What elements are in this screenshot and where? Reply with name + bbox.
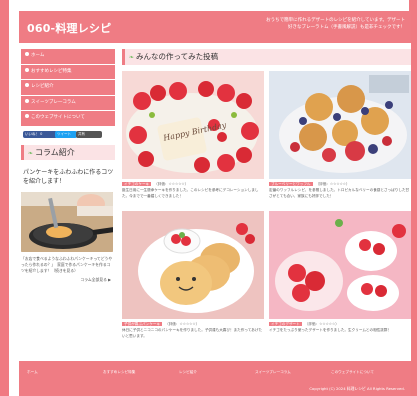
post-rating: （評価：☆☆☆☆☆） (154, 182, 189, 186)
post-tag[interactable]: ブルーベリーとワッフル (269, 182, 313, 186)
main-content: ❧ みんなの作ってみた投稿 Happy Birthday イチゴのケーキ （評価… (122, 49, 411, 338)
berry-waffle-photo[interactable] (269, 71, 411, 179)
post-card[interactable]: ブルーベリーとワッフル （評価：☆☆☆☆☆） 定番のワッフルレシピ、を参照しました… (269, 71, 411, 199)
footer-link-home[interactable]: ホーム (27, 370, 38, 375)
column-caption: 「お店で食べるようなふわふわパンケーキってどうやったら作れるの？」 家庭で作るパ… (21, 255, 113, 273)
bullet-icon (25, 67, 29, 72)
sidebar-item-column[interactable]: スイーツブレ一コラム (21, 95, 115, 110)
footer-link-about[interactable]: このウェブサイトについて (331, 370, 374, 375)
column-title[interactable]: パンケーキをふわふわに作るコツを紹介します！ (23, 168, 115, 186)
page: 060-料理レシピ おうちで簡単に作れるデザートのレシピを紹介しています。デザー… (19, 11, 411, 396)
footer-link-column[interactable]: スイーツブレ一コラム (255, 370, 291, 375)
sidebar-item-label: このウェブサイトについて (31, 115, 85, 120)
main-heading: ❧ みんなの作ってみた投稿 (122, 49, 411, 65)
post-description: イチゴをたっぷり使ったデザートを作りました。生クリームとの相性抜群！ (269, 328, 392, 332)
site-description: おうちで簡単に作れるデザートのレシピを紹介しています。デザート好きなブレ一ラトム… (266, 18, 405, 30)
footer-link-recipes[interactable]: レシピ紹介 (179, 370, 197, 375)
post-card[interactable]: Happy Birthday イチゴのケーキ （評価：☆☆☆☆☆） 誕生日用に一生… (122, 71, 264, 199)
site-header: 060-料理レシピ おうちで簡単に作れるデザートのレシピを紹介しています。デザー… (19, 11, 411, 43)
post-tag[interactable]: 子供が喜ぶパンケーキ (122, 322, 163, 326)
post-rating: （評価：☆☆☆☆☆） (165, 322, 200, 326)
sidebar-item-label: ホーム (31, 53, 45, 58)
post-meta: ブルーベリーとワッフル （評価：☆☆☆☆☆） (269, 180, 411, 188)
sidebar-item-label: レシピ紹介 (31, 84, 54, 89)
copyright: Copyright (C) 2024 料理レシピ All Rights Rese… (309, 386, 405, 391)
bullet-icon (25, 114, 29, 118)
twitter-tweet-button[interactable]: ツイート (55, 130, 77, 138)
post-meta: 子供が喜ぶパンケーキ （評価：☆☆☆☆☆） (122, 320, 264, 328)
pancake-cooking-photo[interactable] (21, 191, 113, 252)
footer-nav: ホーム おすすめレシピ特集 レシピ紹介 スイーツブレ一コラム このウェブサイトに… (19, 370, 411, 378)
social-buttons: いいね！ 0 ツイート 共有 (21, 129, 115, 141)
site-footer: ホーム おすすめレシピ特集 レシピ紹介 スイーツブレ一コラム このウェブサイトに… (19, 361, 411, 396)
leaf-icon: ❧ (28, 149, 34, 157)
column-more-link[interactable]: コラム全部見る ▶ (21, 277, 115, 283)
post-description: 休日に子供とニコニコのパンケーキを作りました。子供達も大喜び！また作ってあげたい… (122, 328, 263, 338)
post-card[interactable]: 子供が喜ぶパンケーキ （評価：☆☆☆☆☆） 休日に子供とニコニコのパンケーキを作り… (122, 211, 264, 339)
post-tag[interactable]: イチゴのデザート (269, 322, 302, 326)
sidebar-item-about[interactable]: このウェブサイトについて (21, 111, 115, 126)
footer-link-featured[interactable]: おすすめレシピ特集 (103, 370, 135, 375)
post-tag[interactable]: イチゴのケーキ (122, 182, 152, 186)
share-button[interactable]: 共有 (76, 130, 102, 138)
post-rating: （評価：☆☆☆☆☆） (315, 182, 350, 186)
strawberry-dessert-photo[interactable] (269, 211, 411, 319)
bullet-icon (25, 98, 29, 103)
post-meta: イチゴのデザート （評価：☆☆☆☆☆） (269, 320, 411, 328)
sidebar-item-label: おすすめレシピ特集 (31, 68, 72, 74)
facebook-like-button[interactable]: いいね！ 0 (23, 130, 57, 138)
sidebar-item-recipes[interactable]: レシピ紹介 (21, 80, 115, 95)
bullet-icon (25, 52, 29, 56)
strawberry-cake-photo[interactable]: Happy Birthday (122, 71, 264, 179)
sidebar-item-label: スイーツブレ一コラム (31, 99, 76, 105)
left-decor-stripe (0, 0, 9, 396)
site-title[interactable]: 060-料理レシピ (27, 20, 111, 36)
post-card[interactable]: イチゴのデザート （評価：☆☆☆☆☆） イチゴをたっぷり使ったデザートを作りました… (269, 211, 411, 339)
bullet-icon (25, 83, 29, 87)
leaf-icon: ❧ (129, 54, 135, 61)
post-description: 誕生日用に一生懸命ケーキを作りました。このレシピを参考にデコレーションしました。… (122, 188, 259, 198)
sidebar-item-home[interactable]: ホーム (21, 49, 115, 64)
post-rating: （評価：☆☆☆☆☆） (304, 322, 339, 326)
sidebar: ホーム おすすめレシピ特集 レシピ紹介 スイーツブレ一コラム このウェブサイトに… (21, 49, 115, 283)
main-heading-text: みんなの作ってみた投稿 (136, 52, 219, 61)
column-heading: ❧ コラム紹介 (21, 144, 115, 160)
post-meta: イチゴのケーキ （評価：☆☆☆☆☆） (122, 180, 264, 188)
post-description: 定番のワッフルレシピ、を参照しました。トロピカルなベリーの食感とさっぱりした甘さ… (269, 188, 410, 198)
column-heading-text: コラム紹介 (35, 147, 75, 157)
sidebar-item-featured[interactable]: おすすめレシピ特集 (21, 64, 115, 79)
smiley-pancake-photo[interactable] (122, 211, 264, 319)
